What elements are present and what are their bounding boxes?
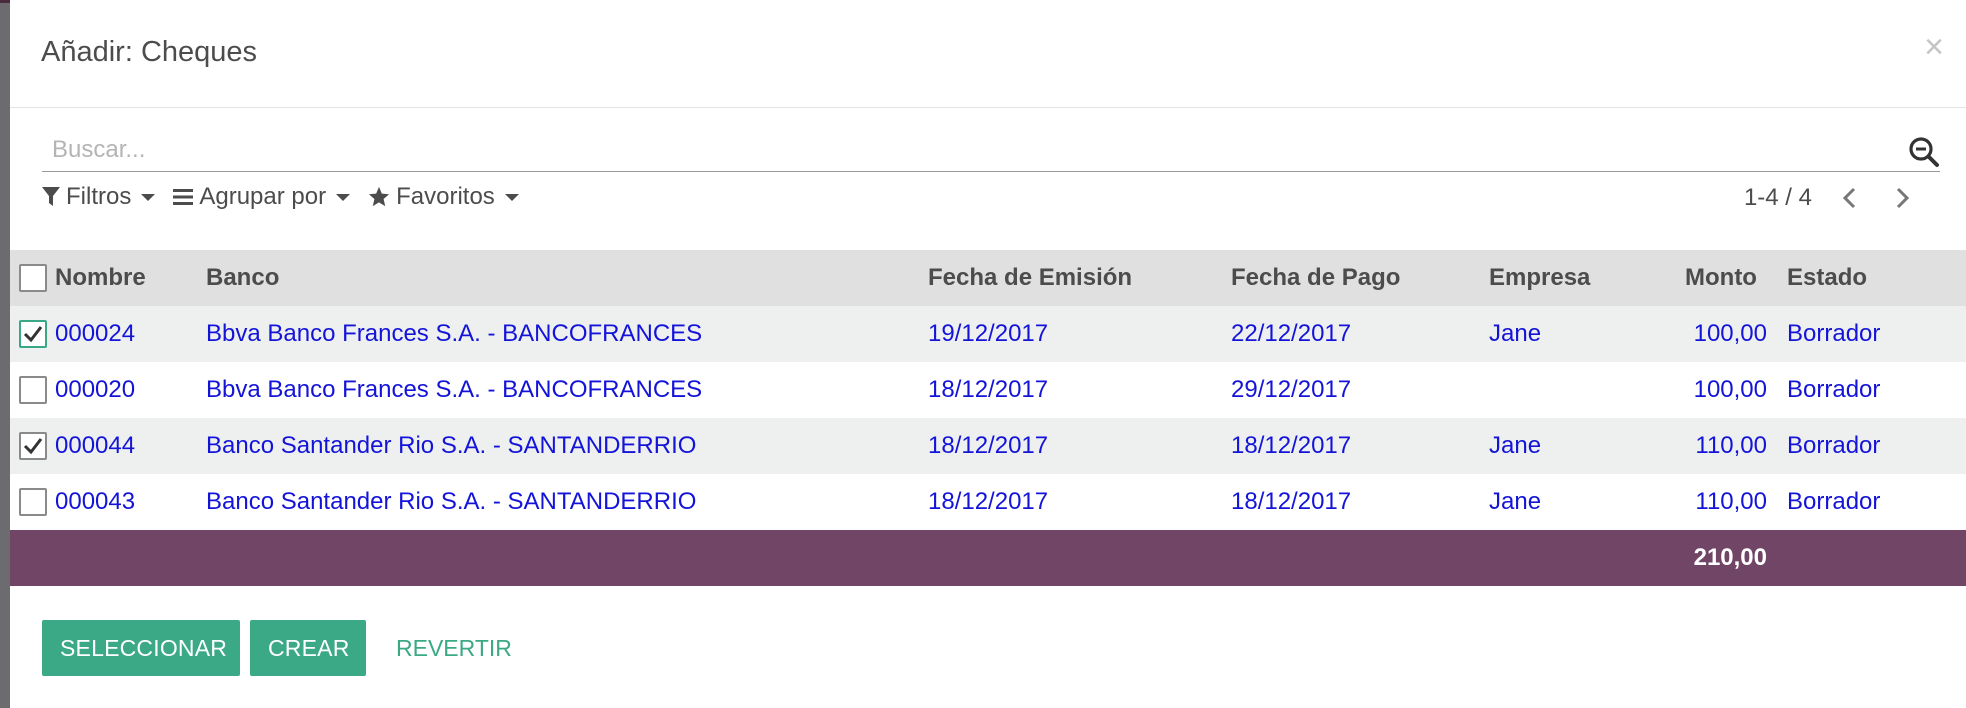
filters-button[interactable]: Filtros <box>42 183 156 211</box>
cell-fecha-pago: 22/12/2017 <box>1231 320 1352 347</box>
cell-nombre: 000020 <box>55 376 136 403</box>
cell-monto: 100,00 <box>1693 320 1767 347</box>
table-header: Nombre Banco Fecha de Emisión Fecha de P… <box>10 250 1966 306</box>
cell-fecha-emision: 18/12/2017 <box>928 488 1049 515</box>
cell-banco: Bbva Banco Frances S.A. - BANCOFRANCES <box>206 320 703 347</box>
chevron-right-icon[interactable] <box>1888 184 1916 212</box>
search-input[interactable] <box>42 130 1882 170</box>
favorites-label: Favoritos <box>396 183 495 210</box>
column-header-empresa[interactable]: Empresa <box>1489 250 1657 306</box>
column-header-monto[interactable]: Monto <box>1657 250 1787 306</box>
add-cheques-dialog: Añadir: Cheques × Filtros Agrupar por <box>10 0 1966 708</box>
list-icon <box>173 189 194 205</box>
row-select-cell <box>10 418 55 474</box>
filters-label: Filtros <box>66 183 132 210</box>
chevron-left-icon[interactable] <box>1836 184 1864 212</box>
cell-nombre: 000043 <box>55 488 136 515</box>
caret-down-icon <box>141 193 156 201</box>
cell-fecha-emision: 18/12/2017 <box>928 432 1049 459</box>
select-button[interactable]: SELECCIONAR <box>42 620 240 676</box>
filter-icon <box>42 187 60 206</box>
search-icon[interactable] <box>1908 136 1940 168</box>
cell-fecha-pago: 18/12/2017 <box>1231 488 1352 515</box>
column-header-estado[interactable]: Estado <box>1787 250 1966 306</box>
cell-banco: Banco Santander Rio S.A. - SANTANDERRIO <box>206 432 697 459</box>
cell-fecha-emision: 19/12/2017 <box>928 320 1049 347</box>
table-row[interactable]: 000044 Banco Santander Rio S.A. - SANTAN… <box>10 418 1966 474</box>
pager-value[interactable]: 1-4 / 4 <box>1744 184 1812 212</box>
column-header-nombre[interactable]: Nombre <box>55 250 206 306</box>
select-all-checkbox[interactable] <box>19 264 47 293</box>
dialog-footer: SELECCIONAR CREAR REVERTIR <box>10 588 1966 708</box>
create-button[interactable]: CREAR <box>250 620 366 676</box>
cell-fecha-pago: 29/12/2017 <box>1231 376 1352 403</box>
select-all-cell <box>10 250 55 306</box>
cell-banco: Banco Santander Rio S.A. - SANTANDERRIO <box>206 488 697 515</box>
row-select-cell <box>10 306 55 362</box>
cell-monto: 110,00 <box>1695 488 1767 515</box>
column-header-fecha-emision[interactable]: Fecha de Emisión <box>928 250 1231 306</box>
table-row[interactable]: 000020 Bbva Banco Frances S.A. - BANCOFR… <box>10 362 1966 418</box>
cell-estado: Borrador <box>1787 320 1881 347</box>
cell-monto: 100,00 <box>1693 376 1767 403</box>
dialog-title: Añadir: Cheques <box>41 36 258 68</box>
check-icon <box>23 438 43 455</box>
cell-nombre: 000044 <box>55 432 136 459</box>
row-checkbox[interactable] <box>19 320 47 349</box>
pager: 1-4 / 4 <box>1744 184 1916 212</box>
total-monto: 210,00 <box>1693 544 1767 571</box>
cell-empresa: Jane <box>1489 320 1542 347</box>
column-header-fecha-pago[interactable]: Fecha de Pago <box>1231 250 1489 306</box>
cell-banco: Bbva Banco Frances S.A. - BANCOFRANCES <box>206 376 703 403</box>
row-checkbox[interactable] <box>19 488 47 517</box>
column-header-banco[interactable]: Banco <box>206 250 928 306</box>
cell-empresa <box>1489 362 1657 418</box>
row-select-cell <box>10 362 55 418</box>
cell-empresa: Jane <box>1489 488 1542 515</box>
close-icon[interactable]: × <box>1924 30 1944 64</box>
row-checkbox[interactable] <box>19 376 47 405</box>
search-options: Filtros Agrupar por Favoritos <box>42 182 519 212</box>
group-by-label: Agrupar por <box>199 183 327 210</box>
row-checkbox[interactable] <box>19 432 47 461</box>
cell-estado: Borrador <box>1787 432 1881 459</box>
table-row[interactable]: 000024 Bbva Banco Frances S.A. - BANCOFR… <box>10 306 1966 362</box>
table-row[interactable]: 000043 Banco Santander Rio S.A. - SANTAN… <box>10 474 1966 530</box>
search-bar <box>42 130 1940 172</box>
cell-monto: 110,00 <box>1695 432 1767 459</box>
favorites-button[interactable]: Favoritos <box>368 183 519 211</box>
cheques-table: Nombre Banco Fecha de Emisión Fecha de P… <box>10 250 1966 586</box>
star-icon <box>369 186 390 207</box>
caret-down-icon <box>336 193 351 201</box>
cell-nombre: 000024 <box>55 320 136 347</box>
cell-estado: Borrador <box>1787 488 1881 515</box>
check-icon <box>23 326 43 343</box>
row-select-cell <box>10 474 55 530</box>
dialog-header: Añadir: Cheques × <box>10 0 1966 108</box>
cell-fecha-emision: 18/12/2017 <box>928 376 1049 403</box>
cell-estado: Borrador <box>1787 376 1881 403</box>
cell-fecha-pago: 18/12/2017 <box>1231 432 1352 459</box>
revert-button[interactable]: REVERTIR <box>386 620 522 676</box>
caret-down-icon <box>504 193 519 201</box>
cell-empresa: Jane <box>1489 432 1542 459</box>
totals-row: 210,00 <box>10 530 1966 586</box>
group-by-button[interactable]: Agrupar por <box>173 183 351 211</box>
